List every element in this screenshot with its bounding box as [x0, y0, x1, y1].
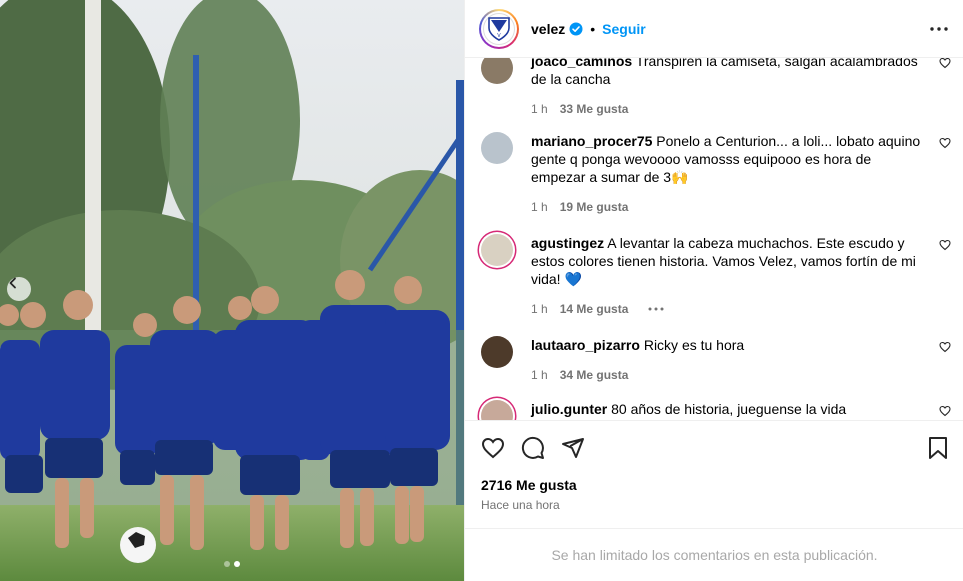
commenter-avatar[interactable] — [481, 400, 513, 420]
comment-time[interactable]: 1 h — [531, 300, 548, 318]
comments-limited-notice: Se han limitado los comentarios en esta … — [465, 528, 963, 581]
commenter-username[interactable]: julio.gunter — [531, 401, 607, 417]
commenter-avatar[interactable] — [481, 336, 513, 368]
comment-like-heart-icon[interactable] — [939, 238, 951, 256]
commenter-avatar[interactable] — [481, 234, 513, 266]
comment-like-heart-icon[interactable] — [939, 136, 951, 154]
post-header: V velez • Seguir — [465, 0, 963, 58]
header-separator: • — [590, 20, 596, 37]
post-side-panel: V velez • Seguir joaco_caminos Transpire… — [464, 0, 963, 581]
verified-badge-icon — [569, 22, 583, 36]
username[interactable]: velez — [531, 21, 565, 37]
comment-item: joaco_caminos Transpiren la camiseta, sa… — [481, 58, 951, 118]
comment-likes[interactable]: 33 Me gusta — [560, 100, 629, 118]
carousel-dot — [224, 561, 230, 567]
comment-meta: 1 h 14 Me gusta — [531, 300, 921, 318]
comment-item: lautaaro_pizarro Ricky es tu hora 1 h 34… — [481, 336, 951, 384]
share-send-icon[interactable] — [561, 436, 585, 460]
comment-time[interactable]: 1 h — [531, 198, 548, 216]
commenter-avatar[interactable] — [481, 132, 513, 164]
commenter-username[interactable]: lautaaro_pizarro — [531, 337, 640, 353]
comment-time[interactable]: 1 h — [531, 366, 548, 384]
commenter-username[interactable]: joaco_caminos — [531, 58, 632, 69]
like-heart-icon[interactable] — [481, 436, 505, 460]
comment-bubble-icon[interactable] — [521, 436, 545, 460]
training-photo — [0, 0, 464, 581]
comment-like-heart-icon[interactable] — [939, 404, 951, 420]
club-crest-icon: V — [488, 16, 510, 41]
comment-item: mariano_procer75 Ponelo a Centurion... a… — [481, 132, 951, 216]
comment-like-heart-icon[interactable] — [939, 58, 951, 74]
comment-likes[interactable]: 34 Me gusta — [560, 366, 629, 384]
comment-like-heart-icon[interactable] — [939, 340, 951, 358]
commenter-username[interactable]: agustingez — [531, 235, 604, 251]
carousel-indicator — [0, 561, 464, 567]
save-bookmark-icon[interactable] — [927, 436, 949, 460]
comment-time[interactable]: 1 h — [531, 100, 548, 118]
carousel-dot-active — [234, 561, 240, 567]
action-icons — [481, 435, 949, 461]
commenter-avatar[interactable] — [481, 58, 513, 84]
comment-likes[interactable]: 19 Me gusta — [560, 198, 629, 216]
comment-options-icon[interactable] — [648, 307, 664, 311]
comment-likes[interactable]: 14 Me gusta — [560, 300, 629, 318]
commenter-username[interactable]: mariano_procer75 — [531, 133, 652, 149]
post-likes-count[interactable]: 2716 Me gusta — [481, 477, 577, 493]
more-options-icon[interactable] — [930, 26, 948, 31]
comment-meta: 1 h 34 Me gusta — [531, 366, 921, 384]
previous-image-button[interactable] — [7, 277, 31, 301]
comment-meta: 1 h 33 Me gusta — [531, 100, 921, 118]
instagram-post: V velez • Seguir joaco_caminos Transpire… — [0, 0, 963, 581]
comment-item: julio.gunter 80 años de historia, juegue… — [481, 400, 951, 420]
comment-text: Ricky es tu hora — [643, 337, 745, 353]
comment-meta: 1 h 19 Me gusta — [531, 198, 921, 216]
comments-list[interactable]: joaco_caminos Transpiren la camiseta, sa… — [465, 58, 963, 420]
chevron-left-icon — [9, 277, 16, 289]
post-actions: 2716 Me gusta Hace una hora — [465, 420, 963, 529]
comment-item: agustingez A levantar la cabeza muchacho… — [481, 234, 951, 318]
svg-text:V: V — [497, 33, 501, 39]
follow-button[interactable]: Seguir — [602, 21, 646, 37]
post-timestamp[interactable]: Hace una hora — [481, 498, 560, 512]
comment-text: 80 años de historia, jueguense la vida — [611, 401, 847, 417]
profile-avatar[interactable]: V — [479, 8, 519, 49]
post-image[interactable] — [0, 0, 464, 581]
